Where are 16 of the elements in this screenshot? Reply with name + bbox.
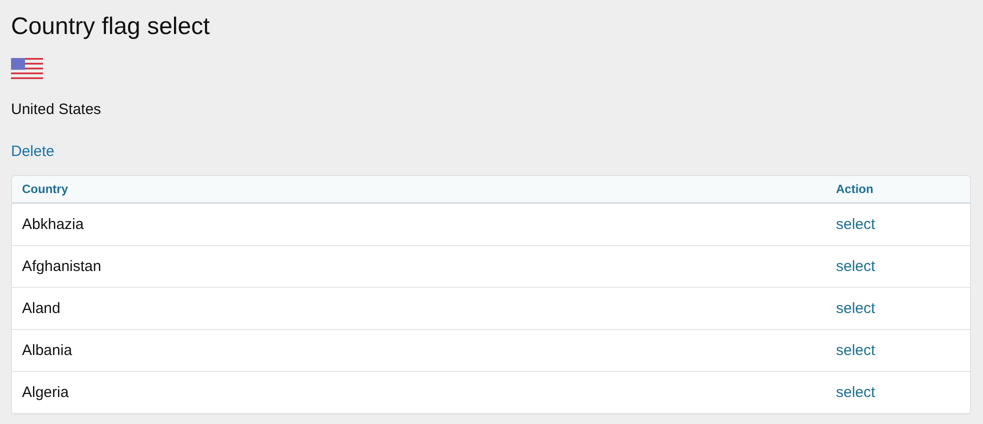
selected-country: United States [11,101,102,119]
country-name: Abkhazia [21,216,85,233]
select-link[interactable]: select [836,300,876,317]
country-name: Albania [21,342,74,359]
flag-icon [11,58,43,80]
column-header: Action [836,182,874,196]
country-name: Aland [21,300,62,317]
select-link[interactable]: select [836,216,876,233]
select-link[interactable]: select [836,258,876,275]
country-name: Afghanistan [21,258,102,275]
country-name: Algeria [21,384,70,401]
delete-link[interactable]: Delete [11,143,54,161]
column-header: Country [21,182,69,196]
select-link[interactable]: select [836,384,876,401]
page-title: Country flag select [11,12,211,42]
select-link[interactable]: select [836,342,876,359]
